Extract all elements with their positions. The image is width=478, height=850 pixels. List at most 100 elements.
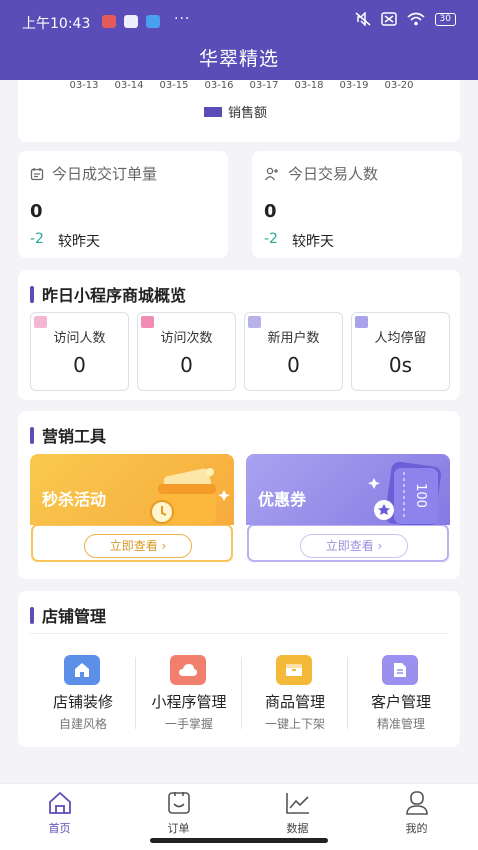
stat-delta: -2 — [30, 231, 44, 247]
store-icon — [64, 655, 100, 685]
stat-label-text: 今日成交订单量 — [52, 165, 158, 183]
tab-data[interactable]: 数据 — [238, 788, 357, 835]
home-icon — [49, 792, 71, 814]
stat-compare: -2 较昨天 — [30, 231, 100, 251]
shop-card: 店铺管理 店铺装修 自建风格 小程序管理 一手掌握 商品管理 一键上下架 客户管… — [18, 591, 460, 747]
marketing-title: 营销工具 — [42, 427, 107, 446]
title-accent-bar — [30, 285, 34, 303]
chart-x-tick: 03-17 — [249, 80, 279, 91]
tab-home[interactable]: 首页 — [0, 788, 119, 835]
metric-label: 人均停留 — [374, 331, 427, 346]
metric-label: 新用户数 — [267, 331, 320, 346]
coupon-title: 优惠券 — [258, 490, 307, 509]
shop-item-customers[interactable]: 客户管理 精准管理 — [348, 651, 454, 731]
wallet-icon — [150, 468, 230, 524]
chart-x-tick: 03-19 — [339, 80, 369, 91]
shop-item-products[interactable]: 商品管理 一键上下架 — [242, 651, 348, 731]
chart-x-tick: 03-18 — [294, 80, 324, 91]
cloud-icon — [170, 655, 206, 685]
metric-visitors[interactable]: 访问人数 0 — [30, 312, 129, 391]
metric-value: 0s — [388, 353, 413, 377]
document-icon — [382, 655, 418, 685]
users-icon — [264, 167, 278, 180]
tab-orders[interactable]: 订单 — [119, 788, 238, 835]
metric-value: 0 — [73, 353, 86, 377]
metric-label: 访问次数 — [160, 331, 213, 346]
metric-value: 0 — [180, 353, 193, 377]
section-divider — [30, 633, 448, 634]
flash-sale-view-button[interactable]: 立即查看 › — [84, 534, 192, 558]
shop-item-miniprogram[interactable]: 小程序管理 一手掌握 — [136, 651, 242, 731]
tab-label: 我的 — [405, 822, 428, 835]
shop-item-sub: 精准管理 — [376, 717, 425, 731]
order-icon — [168, 792, 190, 814]
calendar-icon — [30, 167, 44, 180]
chart-legend[interactable]: 销售额 — [204, 102, 267, 121]
sales-chart-card: 03-13 03-14 03-15 03-16 03-17 03-18 03-19 03-20… — [18, 70, 460, 142]
notification-icon — [124, 15, 138, 28]
tab-label: 数据 — [286, 822, 309, 835]
home-indicator — [150, 838, 328, 843]
metric-value: 0 — [287, 353, 300, 377]
stat-delta: -2 — [264, 231, 278, 247]
section-title: 营销工具 — [30, 423, 106, 447]
section-title: 店铺管理 — [30, 603, 106, 627]
shop-item-name: 小程序管理 — [151, 693, 227, 711]
coupon-card[interactable]: 优惠券 100 立即查看 › — [246, 454, 450, 563]
flash-sale-card[interactable]: 秒杀活动 立即查看 › — [30, 454, 234, 563]
shop-item-sub: 一手掌握 — [164, 717, 213, 731]
page-title: 华翠精选 — [198, 48, 279, 70]
shop-item-sub: 自建风格 — [58, 717, 107, 731]
overview-card: 昨日小程序商城概览 访问人数 0 访问次数 0 新用户数 0 人均停留 0s — [18, 270, 460, 400]
shop-item-sub: 一键上下架 — [264, 717, 325, 731]
flash-sale-title: 秒杀活动 — [42, 490, 107, 509]
tab-profile[interactable]: 我的 — [357, 788, 476, 835]
chart-x-tick: 03-15 — [159, 80, 189, 91]
metric-avg-stay[interactable]: 人均停留 0s — [351, 312, 450, 391]
legend-label: 销售额 — [228, 106, 268, 121]
title-accent-bar — [30, 426, 34, 444]
metric-visits[interactable]: 访问次数 0 — [137, 312, 236, 391]
stat-label-text: 今日交易人数 — [288, 165, 379, 183]
stat-label: 今日交易人数 — [264, 163, 378, 184]
status-bar: 上午10:43 ··· 30 — [0, 10, 478, 34]
status-right: 30 — [355, 12, 456, 26]
profile-icon — [406, 791, 428, 815]
more-status-icon: ··· — [174, 11, 191, 27]
stat-card-orders[interactable]: 今日成交订单量 0 -2 较昨天 — [18, 151, 228, 258]
mute-icon — [355, 12, 371, 26]
marketing-card: 营销工具 秒杀活动 立即查看 › 优惠券 100 立即查看 › — [18, 411, 460, 579]
chart-x-tick: 03-16 — [204, 80, 234, 91]
shop-title: 店铺管理 — [42, 607, 107, 626]
tab-label: 首页 — [48, 822, 71, 835]
sim-off-icon — [380, 12, 397, 26]
stat-compare: -2 较昨天 — [264, 231, 334, 251]
chart-x-tick: 03-20 — [384, 80, 414, 91]
stat-compare-label: 较昨天 — [57, 234, 100, 250]
metric-new-users[interactable]: 新用户数 0 — [244, 312, 343, 391]
notification-icon — [102, 15, 116, 28]
metric-label: 访问人数 — [53, 331, 106, 346]
shop-item-decoration[interactable]: 店铺装修 自建风格 — [30, 651, 136, 731]
status-time: 上午10:43 — [22, 16, 91, 32]
wifi-icon — [407, 12, 425, 26]
coupon-icon — [368, 461, 442, 529]
app-header: 上午10:43 ··· 30 华翠精选 — [0, 0, 478, 80]
coupon-view-button[interactable]: 立即查看 › — [300, 534, 408, 558]
stat-card-buyers[interactable]: 今日交易人数 0 -2 较昨天 — [252, 151, 462, 258]
tab-label: 订单 — [167, 822, 190, 835]
shop-item-name: 客户管理 — [370, 693, 431, 711]
shop-item-name: 商品管理 — [264, 693, 325, 711]
legend-swatch — [204, 106, 222, 117]
message-icon — [146, 15, 160, 28]
chart-x-tick: 03-14 — [114, 80, 144, 91]
stat-value: 0 — [264, 201, 277, 222]
coupon-value: 100 — [412, 483, 428, 508]
stat-compare-label: 较昨天 — [291, 234, 334, 250]
overview-title: 昨日小程序商城概览 — [42, 286, 187, 305]
chart-x-tick: 03-13 — [69, 80, 99, 91]
title-accent-bar — [30, 606, 34, 624]
shop-item-name: 店铺装修 — [52, 693, 113, 711]
box-icon — [276, 655, 312, 685]
stat-value: 0 — [30, 201, 43, 222]
